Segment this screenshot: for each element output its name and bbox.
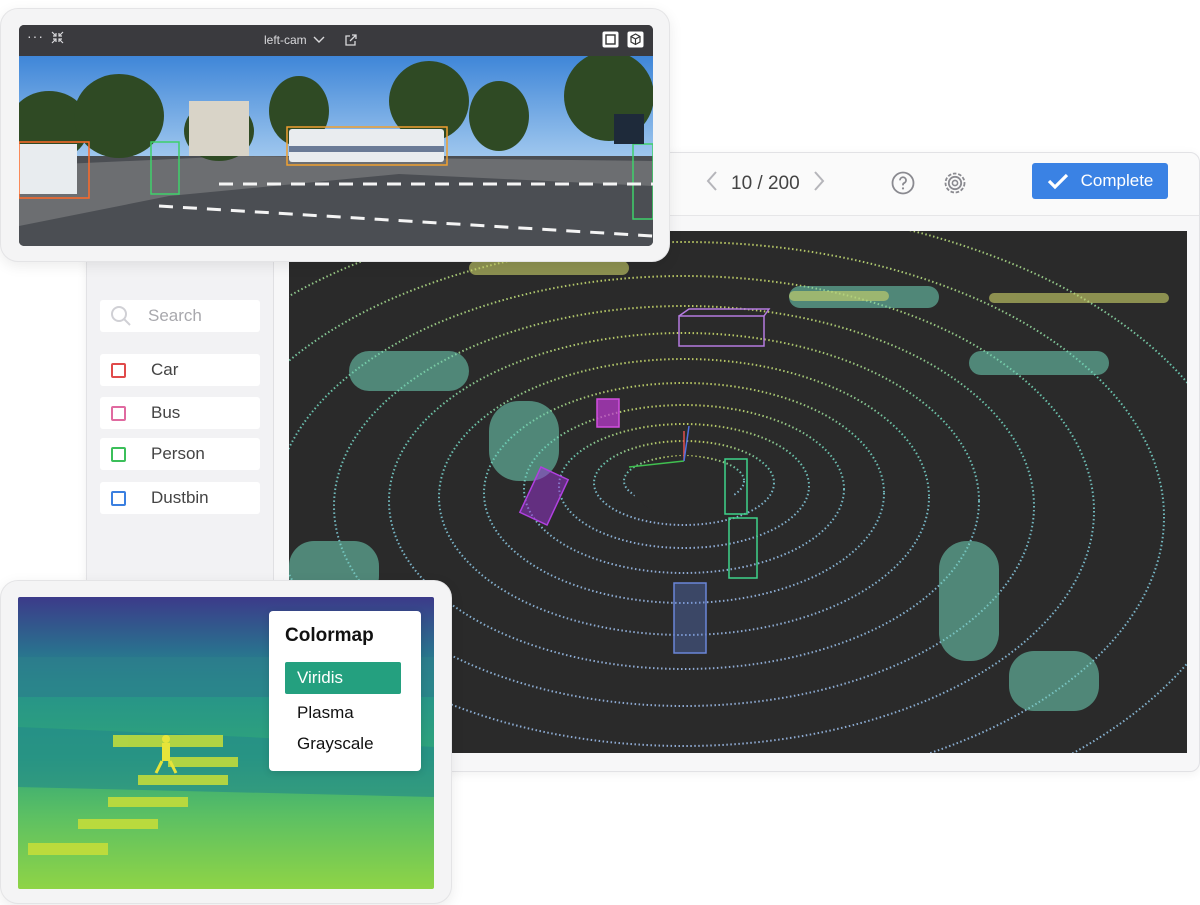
colormap-title: Colormap [285,625,374,646]
camera-image [19,56,653,246]
label-name: Dustbin [151,488,209,507]
square-icon[interactable] [602,31,619,51]
gear-icon[interactable] [943,171,967,195]
frame-pager: 10 / 200 [703,169,828,199]
colormap-option-grayscale[interactable]: Grayscale [285,728,401,760]
label-item-dustbin[interactable]: Dustbin [100,482,260,514]
label-name: Bus [151,403,181,422]
complete-button[interactable]: Complete [1032,163,1168,199]
label-name: Car [151,360,179,379]
label-item-car[interactable]: Car [100,354,260,386]
camera-selector[interactable]: left-cam [264,33,325,47]
label-item-bus[interactable]: Bus [100,397,260,429]
camera-view: ··· left-cam [19,25,653,246]
colormap-option-viridis[interactable]: Viridis [285,662,401,694]
question-circle-icon[interactable] [891,171,915,195]
colormap-menu: Colormap Viridis Plasma Grayscale [269,611,421,771]
frame-counter: 10 / 200 [731,173,800,194]
external-link-icon[interactable] [345,34,357,49]
ellipsis-icon[interactable]: ··· [27,28,44,44]
camera-panel: ··· left-cam [0,8,670,262]
collapse-icon[interactable] [51,31,64,47]
colormap-option-plasma[interactable]: Plasma [285,697,401,729]
label-color-swatch [111,362,126,378]
search-input[interactable]: Search [100,300,260,332]
check-icon [1047,173,1068,190]
cube-icon[interactable] [627,31,644,51]
colormap-panel: Colormap Viridis Plasma Grayscale [0,580,452,904]
search-placeholder: Search [148,306,202,325]
search-icon [111,306,131,326]
label-color-swatch [111,405,126,421]
camera-title: left-cam [264,33,307,47]
label-item-person[interactable]: Person [100,438,260,470]
chevron-left-icon[interactable] [703,170,721,198]
complete-label: Complete [1080,171,1154,190]
chevron-down-icon [313,36,325,43]
label-color-swatch [111,490,126,506]
label-color-swatch [111,446,126,462]
label-name: Person [151,444,205,463]
camera-titlebar: ··· left-cam [19,25,653,56]
chevron-right-icon[interactable] [810,170,828,198]
